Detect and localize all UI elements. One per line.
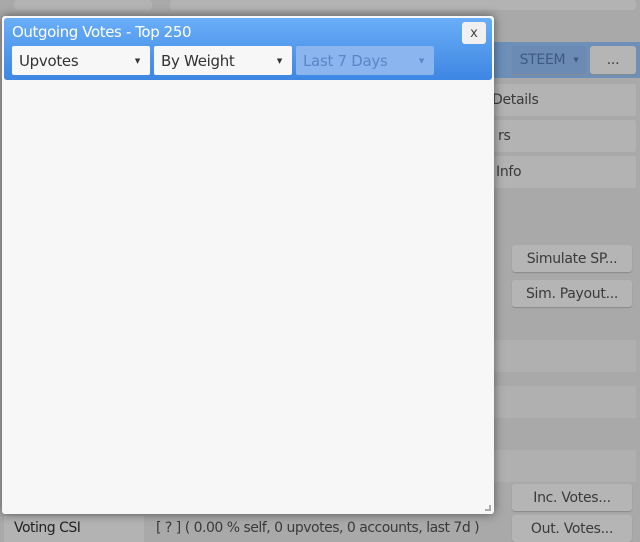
sort-value: By Weight [161,51,235,70]
chevron-down-icon: ▼ [276,56,282,65]
vote-type-value: Upvotes [19,51,79,70]
period-value: Last 7 Days [303,51,388,70]
currency-select[interactable]: STEEM ▼ [512,46,586,74]
chevron-down-icon: ▼ [573,56,579,64]
row-stripe [490,450,636,482]
chevron-down-icon: ▼ [418,56,424,65]
dialog-title: Outgoing Votes - Top 250 [12,23,192,41]
out-votes-button[interactable]: Out. Votes... [512,515,632,542]
voting-csi-value: [ ? ] ( 0.00 % self, 0 upvotes, 0 accoun… [156,520,480,536]
simulate-sp-button[interactable]: Simulate SP... [512,245,632,272]
resize-handle[interactable] [485,505,491,511]
vote-type-select[interactable]: Upvotes ▼ [12,46,150,75]
row-2[interactable]: rs [470,120,636,152]
info-row[interactable]: Info [470,156,636,188]
more-button[interactable]: ... [590,46,636,74]
chevron-down-icon: ▼ [134,56,140,65]
dialog-header[interactable]: Outgoing Votes - Top 250 x Upvotes ▼ By W… [4,18,492,80]
row-label: Info [496,164,522,180]
top-left-panel [14,0,152,10]
sort-select[interactable]: By Weight ▼ [154,46,292,75]
close-button[interactable]: x [462,22,486,44]
row-stripe [490,340,636,372]
row-label: Details [492,92,539,108]
details-row[interactable]: Details [470,84,636,116]
inc-votes-button[interactable]: Inc. Votes... [512,484,632,511]
voting-csi-row: Voting CSI [ ? ] ( 0.00 % self, 0 upvote… [0,514,640,542]
currency-label: STEEM [519,52,566,68]
row-label: rs [498,128,511,144]
sim-payout-button[interactable]: Sim. Payout... [512,280,632,307]
voting-csi-label: Voting CSI [14,520,81,536]
row-stripe [490,386,636,418]
outgoing-votes-dialog: Outgoing Votes - Top 250 x Upvotes ▼ By W… [2,16,494,514]
top-right-panel [170,0,636,10]
period-select: Last 7 Days ▼ [296,46,434,75]
